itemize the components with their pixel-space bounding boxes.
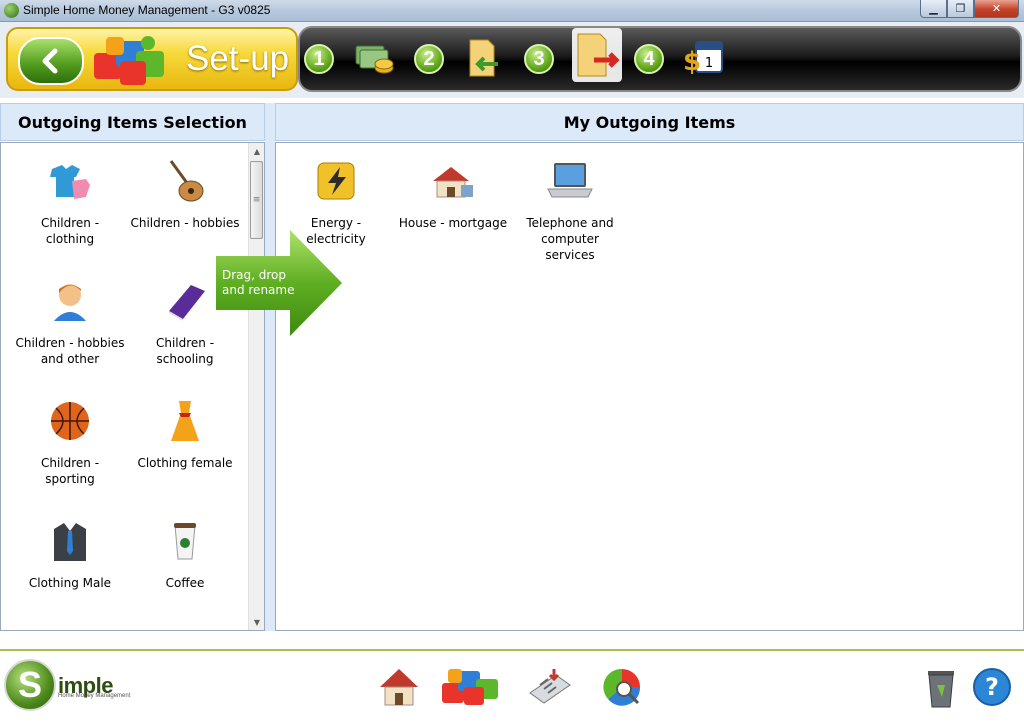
suit-icon	[54, 523, 86, 561]
help-label: ?	[985, 673, 999, 701]
item-label: Children - hobbies and other	[15, 336, 125, 366]
scroll-up-arrow-icon[interactable]: ▲	[249, 143, 265, 159]
minimize-button[interactable]: ▁	[920, 0, 947, 18]
scroll-thumb[interactable]: ≡	[250, 161, 263, 239]
help-icon[interactable]: ?	[970, 665, 1016, 709]
my-outgoing-items-header: My Outgoing Items	[275, 103, 1024, 141]
title-bar: Simple Home Money Management - G3 v0825 …	[0, 0, 1024, 22]
outgoing-items-selection-header: Outgoing Items Selection	[0, 103, 265, 141]
basketball-icon	[51, 402, 89, 440]
my-outgoing-items-list[interactable]: Energy - electricity House - mortgage Te…	[275, 142, 1024, 631]
drag-hint-line-1: Drag, drop	[222, 268, 287, 282]
item-children-hobbies-and-other[interactable]: Children - hobbies and other	[15, 277, 125, 367]
setup-title: Set-up	[186, 39, 290, 78]
outgoing-items-selection-list[interactable]: Children - clothing Children - hobbies C…	[0, 142, 265, 631]
lightning-icon	[317, 162, 355, 200]
recycle-bin-icon[interactable]	[918, 665, 964, 709]
close-button[interactable]: ✕	[974, 0, 1019, 18]
logo-badge: S	[4, 659, 56, 711]
puzzle-setup-icon[interactable]	[438, 665, 510, 709]
app-icon	[4, 3, 19, 18]
footer: S imple Home Money Management ?	[0, 651, 1024, 728]
item-coffee[interactable]: Coffee	[130, 517, 240, 591]
laptop-icon	[547, 163, 593, 198]
item-clothing-male[interactable]: Clothing Male	[15, 517, 125, 591]
item-label: Children - hobbies	[130, 216, 240, 230]
dollar-calendar-icon: 1 $	[683, 41, 723, 77]
money-coins-icon	[355, 45, 394, 74]
panel-divider	[265, 103, 275, 631]
setup-header: Set-up	[6, 27, 298, 91]
folder-export-icon	[572, 28, 622, 82]
step-2-button[interactable]: 2	[414, 44, 444, 74]
calculator-icon[interactable]	[526, 665, 572, 709]
dress-icon	[171, 401, 199, 441]
item-label: Clothing Male	[28, 576, 112, 590]
item-label: Children - sporting	[40, 456, 100, 486]
svg-text:1: 1	[705, 56, 713, 71]
item-house-mortgage[interactable]: House - mortgage	[398, 157, 508, 231]
step-4-button[interactable]: 4	[634, 44, 664, 74]
maximize-button[interactable]: ❐	[947, 0, 974, 18]
step-1-button[interactable]: 1	[304, 44, 334, 74]
item-clothing-female[interactable]: Clothing female	[130, 397, 240, 471]
baby-clothes-icon	[50, 165, 90, 199]
logo-tagline: Home Money Management	[58, 693, 131, 699]
step-3-button[interactable]: 3	[524, 44, 554, 74]
back-arrow-icon	[42, 48, 58, 74]
window-controls: ▁ ❐ ✕	[920, 0, 1019, 18]
puzzle-icon	[94, 36, 164, 85]
house-icon	[433, 167, 473, 198]
item-label: House - mortgage	[398, 216, 508, 230]
svg-text:$: $	[683, 47, 701, 77]
folder-import-icon	[469, 39, 498, 77]
item-label: Coffee	[165, 576, 205, 590]
item-label: Telephone and computer services	[526, 216, 614, 262]
item-label: Children - schooling	[155, 336, 215, 366]
guitar-icon	[169, 160, 204, 202]
scroll-down-arrow-icon[interactable]: ▼	[249, 614, 265, 630]
book-icon	[169, 285, 205, 321]
item-label: Children - clothing	[40, 216, 100, 246]
window-title: Simple Home Money Management - G3 v0825	[23, 3, 271, 17]
item-children-clothing[interactable]: Children - clothing	[15, 157, 125, 247]
coffee-cup-icon	[174, 523, 196, 560]
drag-hint-line-2: and rename	[222, 283, 295, 297]
home-icon[interactable]	[376, 665, 422, 709]
wizard-steps: 1 2 3 4 1 $	[298, 26, 1022, 92]
drag-hint-text: Drag, drop and rename	[222, 268, 294, 298]
left-list-scrollbar[interactable]: ▲ ≡ ▼	[248, 143, 264, 630]
item-children-sporting[interactable]: Children - sporting	[15, 397, 125, 487]
item-telephone-and-computer-services[interactable]: Telephone and computer services	[515, 157, 625, 263]
item-label: Clothing female	[137, 456, 233, 470]
item-children-hobbies[interactable]: Children - hobbies	[130, 157, 240, 231]
child-avatar-icon	[54, 284, 86, 321]
wizard-banner: Set-up 1 2 3 4 1 $	[0, 22, 1024, 98]
chart-search-icon[interactable]	[600, 665, 646, 709]
back-button[interactable]	[18, 37, 84, 85]
